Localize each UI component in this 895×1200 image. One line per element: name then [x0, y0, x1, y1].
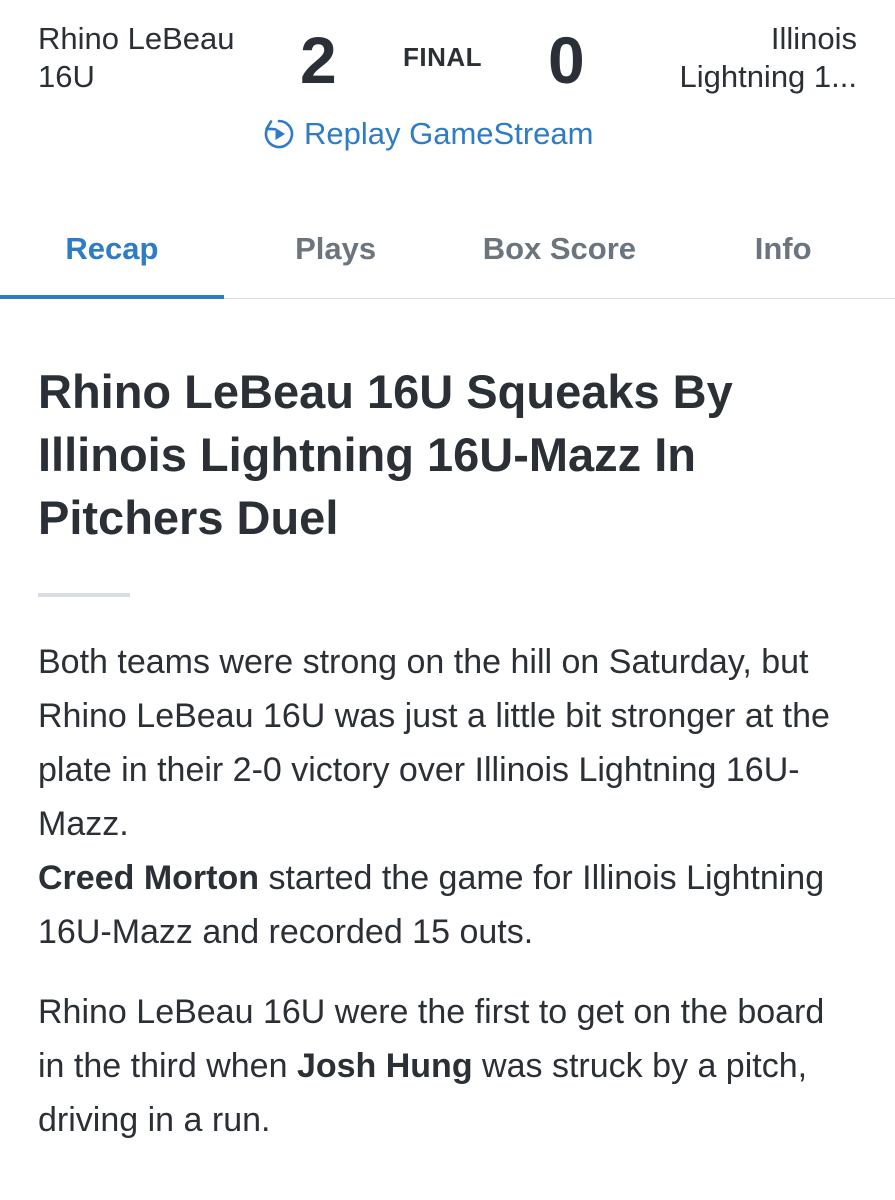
replay-gamestream-label: Replay GameStream [304, 116, 594, 151]
recap-article: Rhino LeBeau 16U Squeaks By Illinois Lig… [38, 360, 858, 1147]
away-team-name[interactable]: Illinois Lightning 1... [627, 20, 857, 96]
player-name: Josh Hung [296, 1047, 473, 1085]
tab-box-score[interactable]: Box Score [448, 210, 672, 298]
article-headline: Rhino LeBeau 16U Squeaks By Illinois Lig… [38, 365, 733, 544]
tab-plays[interactable]: Plays [224, 210, 448, 298]
replay-gamestream-link[interactable]: Replay GameStream [262, 116, 593, 152]
game-status: FINAL [403, 42, 483, 72]
article-paragraph: Both teams were strong on the hill on Sa… [38, 635, 858, 959]
tab-bar: Recap Plays Box Score Info [0, 210, 895, 299]
home-team-name[interactable]: Rhino LeBeau 16U [38, 20, 278, 96]
home-team-score: 2 [300, 23, 337, 97]
away-team-name-line2: Lightning 1... [679, 59, 857, 94]
replay-icon [264, 119, 294, 149]
tab-recap[interactable]: Recap [0, 210, 224, 299]
scoreboard: Rhino LeBeau 16U 2 FINAL 0 Illinois Ligh… [0, 0, 895, 180]
headline-divider [38, 593, 130, 597]
paragraph-text: Both teams were strong on the hill on Sa… [38, 643, 830, 843]
article-paragraph: Rhino LeBeau 16U were the first to get o… [38, 985, 858, 1147]
player-name: Creed Morton [38, 859, 259, 897]
tab-info[interactable]: Info [671, 210, 895, 298]
away-team-name-line1: Illinois [770, 21, 857, 56]
away-team-score: 0 [548, 23, 585, 97]
